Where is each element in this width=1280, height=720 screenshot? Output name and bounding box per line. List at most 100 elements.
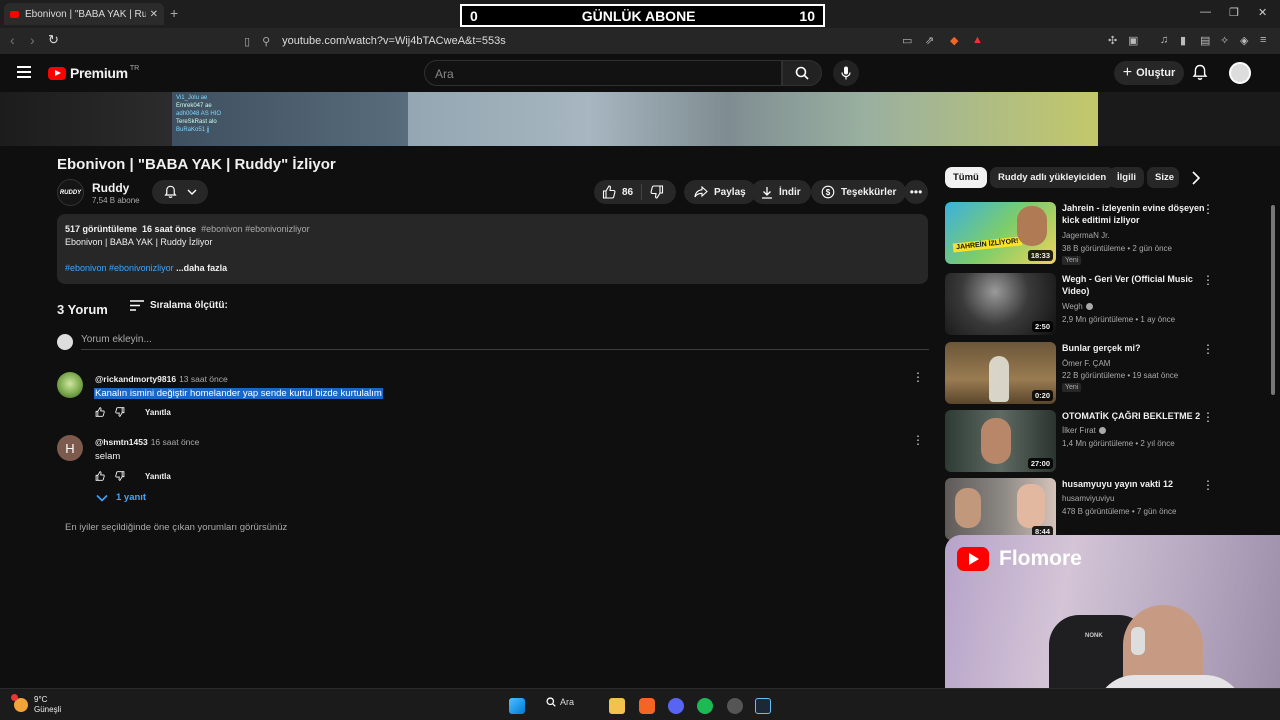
new-tab-icon[interactable]: + [170,5,178,21]
account-avatar[interactable] [1229,62,1251,84]
bookmark-icon[interactable]: ▯ [244,35,250,48]
comment-author[interactable]: @rickandmorty9816 [95,374,176,384]
comment-like-icon[interactable] [95,471,105,481]
video-duration: 0:20 [1031,390,1053,401]
search-button[interactable] [782,60,822,86]
view-replies-button[interactable]: 1 yanıt [96,492,146,503]
wallet-icon[interactable]: ▤ [1200,34,1210,47]
reload-icon[interactable]: ↻ [48,32,59,48]
sort-button[interactable]: Sıralama ölçütü: [130,300,228,311]
commenter-avatar[interactable] [57,372,83,398]
channel-name[interactable]: İlker Fırat [1062,426,1096,435]
sidebar-icon[interactable]: ▮ [1180,34,1186,47]
media-icon[interactable]: ♫ [1160,34,1168,46]
show-more-link[interactable]: ...daha fazla [176,263,227,273]
recommendation-item[interactable]: JAHREİN İZLİYOR! 18:33 Jahrein - izleyen… [945,202,1225,265]
comment-time[interactable]: 16 saat önce [151,437,200,447]
chip-related[interactable]: İlgili [1109,167,1144,188]
more-actions-button[interactable]: ••• [904,180,928,204]
thanks-button[interactable]: $ Teşekkürler [811,180,907,204]
video-menu-icon[interactable]: ⋮ [1202,202,1214,216]
brave-shield-icon[interactable]: ◆ [950,34,958,47]
discord-icon[interactable] [668,698,684,714]
counter-right: 10 [799,7,815,24]
video-thumbnail[interactable]: 2:50 [945,273,1056,335]
comment-menu-icon[interactable]: ⋮ [912,370,924,384]
comment-menu-icon[interactable]: ⋮ [912,433,924,447]
channel-name[interactable]: JagermaN Jr. [1062,231,1110,240]
forward-icon[interactable]: › [30,32,35,48]
page-scrollbar[interactable] [1271,205,1275,395]
video-player[interactable]: Vi1_Jolu ae Emrek047 ae adh0048 AS HIO T… [0,92,1280,146]
video-thumbnail[interactable]: 0:20 [945,342,1056,404]
channel-avatar[interactable]: RUDDY [57,179,84,206]
tab-close-icon[interactable]: ✕ [150,9,158,20]
share-button[interactable]: Paylaş [684,180,756,204]
minimize-icon[interactable]: — [1200,6,1211,18]
create-button[interactable]: + Oluştur [1114,61,1184,85]
video-menu-icon[interactable]: ⋮ [1202,410,1214,424]
video-thumbnail[interactable]: JAHREİN İZLİYOR! 18:33 [945,202,1056,264]
add-comment-input[interactable]: Yorum ekleyin... [81,334,929,350]
url-bar[interactable]: ▯ ⚲ youtube.com/watch?v=Wij4bTACweA&t=55… [244,31,994,51]
browser-menu-icon[interactable]: ≡ [1260,34,1266,46]
notifications-bell-icon[interactable] [1192,64,1208,81]
file-explorer-icon[interactable] [609,698,625,714]
like-button[interactable]: 86 [594,184,643,200]
chip-all[interactable]: Tümü [945,167,987,188]
spotify-icon[interactable] [697,698,713,714]
brave-rewards-icon[interactable]: ▲ [972,34,983,46]
site-info-icon[interactable]: ⚲ [262,35,270,48]
subscription-bell-button[interactable] [152,180,208,204]
extensions-icon[interactable]: ✣ [1108,34,1117,47]
channel-name[interactable]: Ruddy [92,181,129,195]
voice-search-button[interactable] [833,60,859,86]
taskbar-search[interactable]: Ara [546,697,574,707]
windows-start-icon[interactable] [509,698,525,714]
reply-button[interactable]: Yanıtla [145,408,171,417]
hamburger-menu-icon[interactable] [17,66,31,78]
vpn-icon[interactable]: ◈ [1240,34,1248,47]
chip-from-uploader[interactable]: Ruddy adlı yükleyiciden [990,167,1115,188]
video-menu-icon[interactable]: ⋮ [1202,478,1214,492]
recommendation-item[interactable]: 27:00 OTOMATİK ÇAĞRI BEKLETME 2 İlker Fı… [945,410,1225,472]
youtube-logo[interactable]: Premium TR [48,65,139,81]
chip-for-you[interactable]: Size [1147,167,1179,188]
video-menu-icon[interactable]: ⋮ [1202,273,1214,287]
steam-icon[interactable] [755,698,771,714]
share-page-icon[interactable]: ⇗ [925,34,934,47]
comment-like-icon[interactable] [95,407,105,417]
weather-widget[interactable]: 9°C Güneşli [11,694,61,715]
leo-icon[interactable]: ✧ [1220,34,1229,47]
reply-button[interactable]: Yanıtla [145,472,171,481]
screenshot-icon[interactable]: ▣ [1128,34,1138,47]
search-input[interactable]: Ara [424,60,782,86]
recommendation-item[interactable]: 2:50 Wegh - Geri Ver (Official Music Vid… [945,273,1225,335]
channel-name[interactable]: Ömer F. ÇAM [1062,359,1110,368]
recommendation-item[interactable]: 8:44 husamyuyu yayın vakti 12 husamviyuv… [945,478,1225,540]
recommendation-item[interactable]: 0:20 Bunlar gerçek mi? Ömer F. ÇAM 22 B … [945,342,1225,404]
obs-icon[interactable] [727,698,743,714]
channel-name[interactable]: husamviyuviyu [1062,494,1114,503]
video-menu-icon[interactable]: ⋮ [1202,342,1214,356]
channel-name[interactable]: Wegh [1062,302,1083,311]
video-thumbnail[interactable]: 27:00 [945,410,1056,472]
description-hashtags[interactable]: #ebonivon #ebonivonizliyor [65,263,174,273]
back-icon[interactable]: ‹ [10,32,15,48]
dislike-button[interactable] [642,185,678,199]
comment-author[interactable]: @hsmtn1453 [95,437,148,447]
comment-time[interactable]: 13 saat önce [179,374,228,384]
description-box[interactable]: 517 görüntüleme 16 saat önce #ebonivon #… [57,214,928,284]
maximize-icon[interactable]: ❐ [1229,6,1239,19]
download-button[interactable]: İndir [751,180,811,204]
comment-dislike-icon[interactable] [115,471,125,481]
browser-tab[interactable]: Ebonivon | "BABA YAK | Ruddy" İ ✕ [4,3,164,25]
close-window-icon[interactable]: ✕ [1258,6,1267,19]
brave-browser-icon[interactable] [639,698,655,714]
commenter-avatar[interactable]: H [57,435,83,461]
meta-tags[interactable]: #ebonivon #ebonivonizliyor [201,224,310,234]
cast-icon[interactable]: ▭ [902,34,912,47]
chevron-right-icon[interactable] [1191,171,1201,185]
comment-dislike-icon[interactable] [115,407,125,417]
video-thumbnail[interactable]: 8:44 [945,478,1056,540]
